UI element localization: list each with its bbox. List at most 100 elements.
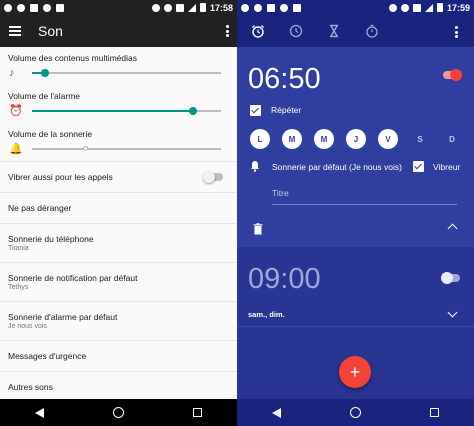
alarm-sound-item[interactable]: Sonnerie d'alarme par défaut Je nous voi… — [0, 301, 237, 340]
alarm-card-expanded: 06:50 Répéter L M M J V S D Sonnerie par… — [237, 47, 474, 247]
notification-sound-item[interactable]: Sonnerie de notification par défaut Teth… — [0, 262, 237, 301]
notification-icon — [267, 3, 275, 12]
alarm-enable-switch[interactable] — [443, 69, 462, 81]
download-icon — [56, 3, 64, 12]
signal-icon — [187, 3, 196, 12]
alarm-volume-thumb[interactable] — [188, 107, 197, 115]
bell-icon: 🔔 — [9, 143, 23, 155]
alarm-card-collapsed: 09:00 sam., dim. — [237, 247, 474, 337]
collapse-chevron-icon[interactable] — [447, 223, 458, 234]
wifi-icon — [43, 3, 51, 12]
alarm-volume-label: Volume de l'alarme — [8, 91, 81, 101]
ringtone-bell-icon — [250, 159, 260, 172]
media-volume-slider[interactable] — [32, 69, 221, 77]
recents-icon[interactable] — [430, 408, 440, 417]
notification-icon — [30, 3, 38, 12]
day-button[interactable]: M — [282, 129, 302, 149]
item-title: Sonnerie du téléphone — [8, 234, 94, 244]
vibrate-for-calls-item[interactable]: Vibrer aussi pour les appels — [0, 161, 237, 192]
clock-overflow-menu-icon[interactable] — [454, 26, 458, 38]
day-button[interactable]: S — [410, 129, 430, 149]
status-bar: 17:58 — [0, 0, 237, 15]
alarm-label-field[interactable]: Titre — [272, 188, 457, 205]
alarm-volume-slider[interactable] — [32, 107, 221, 115]
day-button[interactable]: M — [314, 129, 334, 149]
timer-tab-icon[interactable] — [327, 24, 341, 38]
settings-list: Volume des contenus multimédias ♪ Volume… — [0, 47, 237, 399]
repeat-checkbox[interactable] — [250, 105, 261, 116]
alarm-icon: ⏰ — [9, 105, 23, 117]
item-subtitle: Titania — [8, 245, 29, 252]
alarm-status-icon — [163, 3, 172, 12]
wifi-icon — [280, 3, 288, 12]
download-icon — [293, 3, 301, 12]
item-title: Autres sons — [8, 382, 53, 392]
alarm-time[interactable]: 09:00 — [248, 263, 321, 296]
day-button[interactable]: L — [250, 129, 270, 149]
media-volume-thumb[interactable] — [41, 69, 50, 77]
nav-bar — [237, 399, 474, 426]
divider — [237, 326, 474, 327]
sound-settings-screen: 17:58 Son Volume des contenus multimédia… — [0, 0, 237, 426]
stopwatch-tab-icon[interactable] — [365, 24, 379, 38]
item-subtitle: Je nous vois — [8, 323, 47, 330]
hamburger-menu-icon[interactable] — [9, 26, 21, 36]
vibrate-label: Vibreur — [433, 162, 461, 172]
item-title: Sonnerie d'alarme par défaut — [8, 312, 118, 322]
item-title: Messages d'urgence — [8, 351, 87, 361]
item-title: Ne pas déranger — [8, 203, 72, 213]
emergency-messages-item[interactable]: Messages d'urgence — [0, 340, 237, 371]
clock-tab-bar — [237, 15, 474, 47]
status-time: 17:59 — [446, 2, 470, 13]
vibrate-status-icon — [412, 3, 421, 12]
day-selector: L M M J V S D — [250, 129, 462, 149]
page-title: Son — [38, 23, 63, 39]
status-time: 17:58 — [209, 2, 233, 13]
repeat-label: Répéter — [271, 105, 302, 115]
alarm-tab-icon[interactable] — [251, 24, 265, 38]
day-button[interactable]: D — [442, 129, 462, 149]
alarm-status-icon — [400, 3, 409, 12]
bluetooth-icon — [388, 3, 397, 12]
day-button[interactable]: V — [378, 129, 398, 149]
ringtone-selector[interactable]: Sonnerie par défaut (Je nous vois) — [272, 162, 402, 172]
alarm-volume-row: Volume de l'alarme ⏰ — [0, 85, 237, 123]
day-button[interactable]: J — [346, 129, 366, 149]
nav-bar — [0, 399, 237, 426]
music-note-icon: ♪ — [9, 67, 15, 79]
media-volume-label: Volume des contenus multimédias — [8, 53, 137, 63]
vibrate-for-calls-switch[interactable] — [203, 171, 223, 183]
do-not-disturb-item[interactable]: Ne pas déranger — [0, 192, 237, 223]
recents-icon[interactable] — [193, 408, 203, 417]
back-icon[interactable] — [271, 407, 281, 418]
home-icon[interactable] — [112, 407, 124, 418]
whatsapp-icon — [4, 3, 12, 12]
alarm-time[interactable]: 06:50 — [248, 63, 321, 96]
overflow-menu-icon[interactable] — [225, 25, 229, 37]
media-volume-row: Volume des contenus multimédias ♪ — [0, 47, 237, 85]
battery-icon — [436, 3, 443, 12]
ringer-volume-slider[interactable] — [32, 146, 221, 151]
ringer-volume-row: Volume de la sonnerie 🔔 — [0, 123, 237, 161]
app-bar: Son — [0, 15, 237, 47]
status-bar: 17:59 — [237, 0, 474, 15]
messenger-icon — [17, 3, 25, 12]
alarm-enable-switch[interactable] — [441, 272, 460, 284]
add-alarm-button[interactable]: + — [339, 356, 371, 388]
vibrate-status-icon — [175, 3, 184, 12]
back-icon[interactable] — [34, 407, 44, 418]
home-icon[interactable] — [349, 407, 361, 418]
alarm-days-summary: sam., dim. — [248, 310, 285, 319]
item-subtitle: Tethys — [8, 284, 29, 291]
delete-icon[interactable] — [253, 222, 263, 235]
battery-icon — [199, 3, 206, 12]
phone-ringtone-item[interactable]: Sonnerie du téléphone Titania — [0, 223, 237, 262]
vibrate-checkbox[interactable] — [413, 161, 424, 172]
ringer-volume-label: Volume de la sonnerie — [8, 129, 93, 139]
ringer-volume-thumb[interactable] — [82, 146, 88, 151]
other-sounds-item[interactable]: Autres sons — [0, 371, 237, 402]
clock-tab-icon[interactable] — [289, 24, 303, 38]
clock-alarm-screen: 17:59 06:50 Répéter L M M J V S D Sonner… — [237, 0, 474, 426]
expand-chevron-icon[interactable] — [447, 307, 458, 318]
messenger-icon — [254, 3, 262, 12]
